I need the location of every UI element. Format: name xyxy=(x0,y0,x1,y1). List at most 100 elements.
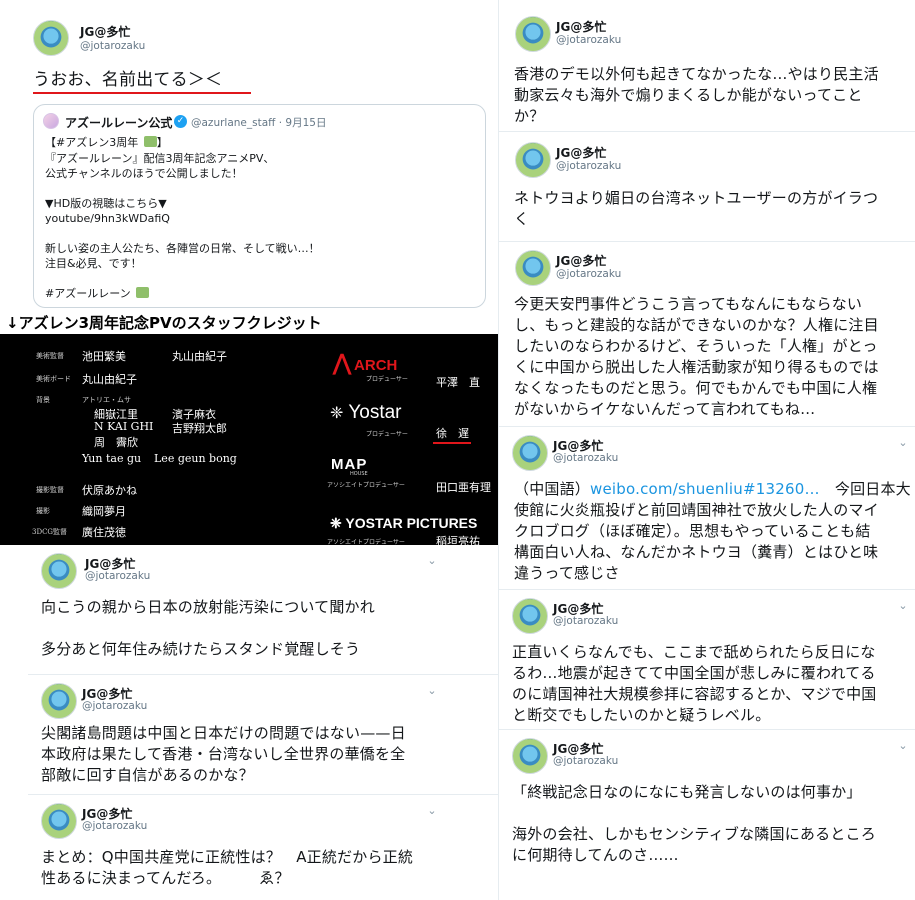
tweet-r1[interactable]: JG@多忙 @jotarozaku 香港のデモ以外何も起きてなかったな…やはり民… xyxy=(499,0,915,132)
tweet-text: 「終戦記念日なのになにも発言しないのは何事か」 海外の会社、しかもセンシティブな… xyxy=(512,783,876,864)
user-handle[interactable]: @jotarozaku xyxy=(82,820,147,832)
avatar[interactable] xyxy=(512,435,548,471)
credit-name: 徐 遅 xyxy=(436,427,469,440)
display-name[interactable]: JG@多忙 xyxy=(556,252,606,269)
avatar[interactable] xyxy=(41,803,77,839)
display-name[interactable]: JG@多忙 xyxy=(556,144,606,161)
tweet-text: 尖閣諸島問題は中国と日本だけの問題ではない——日 本政府は果たして香港・台湾ない… xyxy=(41,724,406,784)
chevron-down-icon[interactable]: ⌄ xyxy=(897,740,909,752)
user-handle[interactable]: @jotarozaku xyxy=(80,40,145,52)
tweet-text: ネトウヨより媚日の台湾ネットユーザーの方がイラつ く xyxy=(514,189,879,228)
tweet-1[interactable]: JG@多忙 @jotarozaku うおお、名前出てる＞＜ アズールレーン公式 … xyxy=(0,0,498,312)
avatar[interactable] xyxy=(512,598,548,634)
chevron-down-icon[interactable]: ⌄ xyxy=(426,555,438,567)
tweet-3[interactable]: JG@多忙 @jotarozaku ⌄ 尖閣諸島問題は中国と日本だけの問題ではな… xyxy=(28,675,498,795)
staff-credits-image: 美術監督 池田繁美 丸山由紀子 美術ボード 丸山由紀子 背景 アトリエ・ムサ 細… xyxy=(0,334,498,545)
avatar[interactable] xyxy=(41,553,77,589)
credit-role: 美術ボード xyxy=(36,375,71,383)
tweet-r2[interactable]: JG@多忙 @jotarozaku ネトウヨより媚日の台湾ネットユーザーの方がイ… xyxy=(499,132,915,242)
display-name[interactable]: JG@多忙 xyxy=(556,18,606,35)
avatar[interactable] xyxy=(515,16,551,52)
tweet-2[interactable]: JG@多忙 @jotarozaku ⌄ 向こうの親から日本の放射能汚染について聞… xyxy=(28,545,498,675)
credit-name: 稲垣亮祐 xyxy=(436,535,480,545)
user-handle[interactable]: @jotarozaku xyxy=(82,700,147,712)
avatar[interactable] xyxy=(41,683,77,719)
credit-role: アソシエイトプロデューサー xyxy=(327,482,405,489)
tweet-text: （中国語）weibo.com/shuenliu#13260… 今回日本大 使館に… xyxy=(514,480,911,582)
credit-name: 周 霽欣 xyxy=(94,436,138,449)
user-handle[interactable]: @jotarozaku xyxy=(556,160,621,172)
credit-role: アソシエイトプロデューサー xyxy=(327,539,405,545)
chevron-down-icon[interactable]: ⌄ xyxy=(897,600,909,612)
yostar-pictures-logo: ❈ YOSTAR PICTURES xyxy=(330,515,478,531)
avatar[interactable] xyxy=(33,20,69,56)
user-handle[interactable]: @jotarozaku xyxy=(553,615,618,627)
credit-name: Yun tae gu xyxy=(82,452,142,465)
avatar[interactable] xyxy=(515,250,551,286)
right-column: JG@多忙 @jotarozaku 香港のデモ以外何も起きてなかったな…やはり民… xyxy=(498,0,915,900)
quote-line: 注目&必見、です！ xyxy=(45,257,142,270)
tweet-r5[interactable]: JG@多忙 @jotarozaku ⌄ 正直いくらなんでも、ここまで舐められたら… xyxy=(499,590,915,730)
tweet-text: まとめ：Q中国共産党に正統性は？ A正統だから正統 性あるに決まってんだろ。 ゑ… xyxy=(41,848,414,887)
tweet-text: うおお、名前出てる＞＜ xyxy=(33,70,223,90)
quote-line: ▼HD版の視聴はこちら▼ xyxy=(45,197,167,210)
avatar[interactable] xyxy=(515,142,551,178)
highlight-underline xyxy=(33,92,251,94)
tweet-text: 正直いくらなんでも、ここまで舐められたら反日にな るわ…地震が起きてて中国全国が… xyxy=(512,643,877,724)
credit-name: 吉野翔太郎 xyxy=(172,422,227,435)
ship-emoji-icon xyxy=(143,136,157,147)
tweet-4[interactable]: JG@多忙 @jotarozaku ⌄ まとめ：Q中国共産党に正統性は？ A正統… xyxy=(28,795,498,900)
credit-role: アトリエ・ムサ xyxy=(82,396,131,404)
display-name[interactable]: JG@多忙 xyxy=(80,23,130,40)
avatar[interactable] xyxy=(512,738,548,774)
left-column: JG@多忙 @jotarozaku うおお、名前出てる＞＜ アズールレーン公式 … xyxy=(0,0,498,900)
quote-line: 【#アズレン3周年 】 xyxy=(45,136,168,149)
tweet-r4[interactable]: JG@多忙 @jotarozaku ⌄ （中国語）weibo.com/shuen… xyxy=(499,427,915,590)
credit-role: 撮影監督 xyxy=(36,486,64,494)
tweet-text: 今更天安門事件どうこう言ってもなんにもならない し、もっと建設的な話ができないの… xyxy=(514,295,879,418)
credit-role: プロデューサー xyxy=(366,431,408,438)
credits-caption: ↓アズレン3周年記念PVのスタッフクレジット xyxy=(6,314,322,332)
weibo-link[interactable]: weibo.com/shuenliu#13260… xyxy=(590,480,820,498)
credit-name: 丸山由紀子 xyxy=(82,373,137,386)
quote-hashtag[interactable]: #アズールレーン xyxy=(45,286,150,301)
quote-link[interactable]: youtube/9hn3kWDafiQ xyxy=(45,211,170,226)
tweet-r3[interactable]: JG@多忙 @jotarozaku 今更天安門事件どうこう言ってもなんにもならな… xyxy=(499,242,915,427)
credit-role: 背景 xyxy=(36,396,50,404)
user-handle[interactable]: @jotarozaku xyxy=(553,755,618,767)
quote-line: 公式チャンネルのほうで公開しました！ xyxy=(45,167,243,180)
credit-name: Lee geun bong xyxy=(154,452,237,465)
credit-name: 田口亜有理 xyxy=(436,481,491,494)
credit-name: 平澤 直 xyxy=(436,376,480,389)
arch-logo: ⋀ ARCH xyxy=(333,350,398,375)
ship-emoji-icon xyxy=(136,287,150,298)
credit-name: 織岡夢月 xyxy=(82,505,126,518)
credit-role: プロデューサー xyxy=(366,376,408,383)
user-handle[interactable]: @jotarozaku xyxy=(556,268,621,280)
chevron-down-icon[interactable]: ⌄ xyxy=(426,685,438,697)
tweet-r6[interactable]: JG@多忙 @jotarozaku ⌄ 「終戦記念日なのになにも発言しないのは何… xyxy=(499,730,915,900)
quote-avatar xyxy=(43,113,59,129)
user-handle[interactable]: @jotarozaku xyxy=(556,34,621,46)
tweet-text: 香港のデモ以外何も起きてなかったな…やはり民主活 動家云々も海外で煽りまくるしか… xyxy=(514,65,879,125)
credit-name: 伏原あかね xyxy=(82,484,137,497)
quoted-tweet[interactable]: アズールレーン公式 ✓ @azurlane_staff · 9月15日 【#アズ… xyxy=(33,104,486,308)
user-handle[interactable]: @jotarozaku xyxy=(85,570,150,582)
yostar-logo: ❈ Yostar xyxy=(330,402,402,423)
user-handle[interactable]: @jotarozaku xyxy=(553,452,618,464)
credit-role: 撮影 xyxy=(36,507,50,515)
quote-handle-date: @azurlane_staff · 9月15日 xyxy=(191,117,327,129)
credit-name: 池田繁美 xyxy=(82,350,126,363)
credit-role: 3DCG監督 xyxy=(32,528,68,536)
credit-name: 廣住茂徳 xyxy=(82,526,126,539)
tweet-text: 向こうの親から日本の放射能汚染について聞かれ 多分あと何年住み続けたらスタンド覚… xyxy=(41,598,375,658)
quote-line: 新しい姿の主人公たち、各陣営の日常、そして戦い…！ xyxy=(45,242,320,255)
highlight-underline xyxy=(433,442,471,444)
chevron-down-icon[interactable]: ⌄ xyxy=(897,437,909,449)
credit-name: N KAI GHI xyxy=(94,420,154,433)
verified-icon: ✓ xyxy=(174,115,187,128)
credit-role: 美術監督 xyxy=(36,352,64,360)
quote-line: 『アズールレーン』配信3周年記念アニメPV、 xyxy=(45,152,275,165)
quote-display-name: アズールレーン公式 xyxy=(65,116,173,130)
chevron-down-icon[interactable]: ⌄ xyxy=(426,805,438,817)
